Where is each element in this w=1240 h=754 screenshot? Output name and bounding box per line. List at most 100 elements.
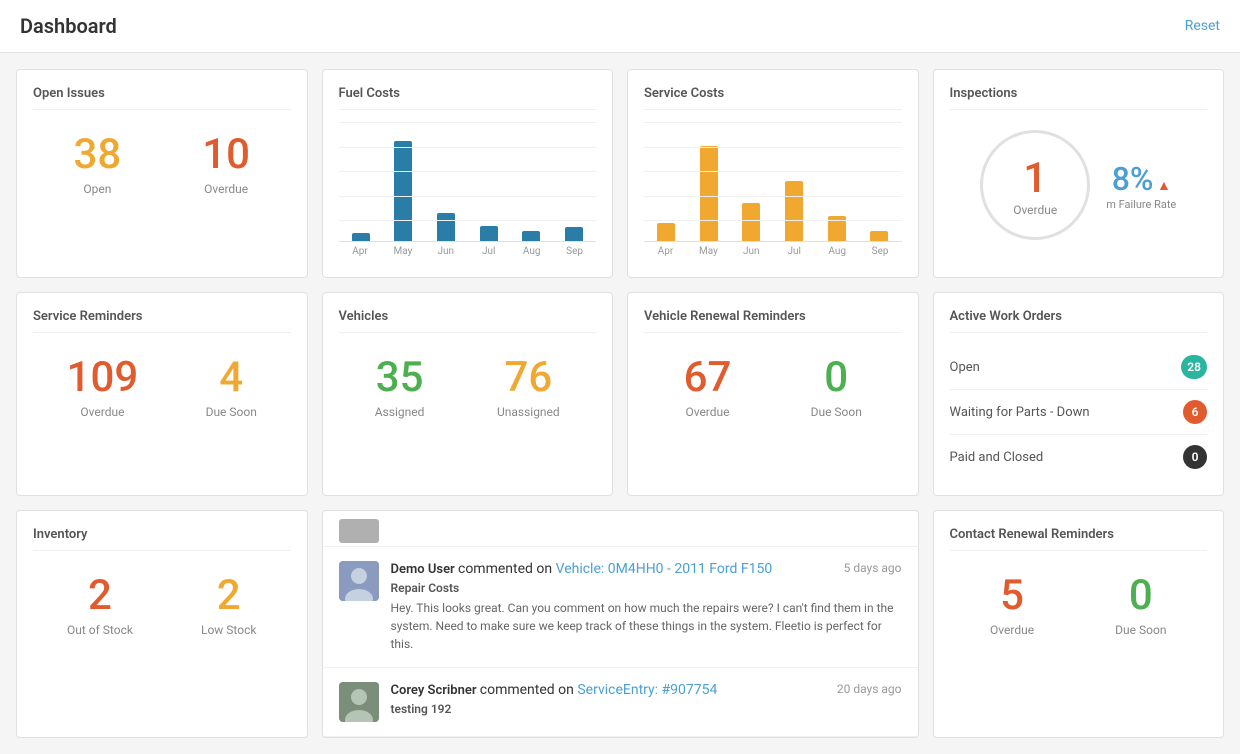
fuel-bars bbox=[343, 141, 593, 241]
fuel-bar bbox=[565, 227, 583, 241]
contact-renewal-stats: 5 Overdue 0 Due Soon bbox=[950, 563, 1208, 647]
service-reminders-stats: 109 Overdue 4 Due Soon bbox=[33, 345, 291, 429]
fuel-month-label: May bbox=[381, 246, 424, 257]
user-avatar-icon bbox=[339, 682, 379, 722]
work-order-label: Waiting for Parts - Down bbox=[950, 405, 1090, 420]
activity-subject-1: testing 192 bbox=[391, 702, 902, 716]
vr-overdue-count: 67 bbox=[684, 355, 732, 401]
work-order-label: Open bbox=[950, 360, 980, 375]
low-stock-count: 2 bbox=[201, 573, 256, 619]
avatar-demo-user bbox=[339, 561, 379, 601]
service-bar bbox=[742, 203, 760, 241]
inspections-title: Inspections bbox=[950, 86, 1208, 110]
service-month-label: Jul bbox=[773, 246, 816, 257]
work-order-row[interactable]: Paid and Closed0 bbox=[950, 435, 1208, 479]
vehicle-renewal-stats: 67 Overdue 0 Due Soon bbox=[644, 345, 902, 429]
fuel-month-label: Aug bbox=[510, 246, 553, 257]
overdue-label: Overdue bbox=[202, 182, 250, 196]
sr-overdue-label: Overdue bbox=[67, 405, 139, 419]
activity-subject-0: Repair Costs bbox=[391, 581, 902, 595]
service-month-label: Jun bbox=[730, 246, 773, 257]
fuel-bar bbox=[522, 231, 540, 241]
activity-content-1: Corey Scribner commented on ServiceEntry… bbox=[391, 682, 902, 722]
reset-link[interactable]: Reset bbox=[1185, 18, 1220, 34]
sr-overdue-count: 109 bbox=[67, 355, 139, 401]
inspections-content: 1 Overdue 8% ▲ m Failure Rate bbox=[950, 122, 1208, 248]
vehicles-card: Vehicles 35 Assigned 76 Unassigned bbox=[322, 292, 614, 496]
fuel-bar-group bbox=[343, 233, 380, 241]
failure-rate-pct: 8% bbox=[1112, 160, 1154, 198]
activity-header-1: Corey Scribner commented on ServiceEntry… bbox=[391, 682, 902, 698]
fuel-bar-group bbox=[470, 226, 507, 241]
inventory-title: Inventory bbox=[33, 527, 291, 551]
service-bar-group bbox=[648, 223, 685, 241]
activity-meta-0: Demo User commented on Vehicle: 0M4HH0 -… bbox=[391, 561, 773, 577]
low-stock-label: Low Stock bbox=[201, 623, 256, 637]
service-bar bbox=[700, 146, 718, 241]
grid-line bbox=[644, 122, 902, 123]
work-order-badge: 6 bbox=[1183, 400, 1207, 424]
grid-line bbox=[339, 122, 597, 123]
failure-rate-label: m Failure Rate bbox=[1106, 198, 1176, 211]
open-issues-card: Open Issues 38 Open 10 Overdue bbox=[16, 69, 308, 278]
fuel-costs-card: Fuel Costs AprMayJunJulAugSep bbox=[322, 69, 614, 278]
cr-due-soon-label: Due Soon bbox=[1115, 623, 1166, 637]
activity-user-0: Demo User bbox=[391, 562, 458, 577]
failure-rate-display: 8% ▲ m Failure Rate bbox=[1106, 160, 1176, 211]
open-issues-stats: 38 Open 10 Overdue bbox=[33, 122, 291, 206]
work-order-row[interactable]: Waiting for Parts - Down 6 bbox=[950, 390, 1208, 435]
inventory-stats: 2 Out of Stock 2 Low Stock bbox=[33, 563, 291, 647]
fuel-bar-group bbox=[555, 227, 592, 241]
vehicles-title: Vehicles bbox=[339, 309, 597, 333]
service-costs-card: Service Costs AprMayJunJulAugSep bbox=[627, 69, 919, 278]
fuel-month-label: Sep bbox=[553, 246, 596, 257]
service-bar bbox=[657, 223, 675, 241]
dashboard-grid: Open Issues 38 Open 10 Overdue Fuel Cost… bbox=[0, 53, 1240, 754]
vehicle-renewal-overdue: 67 Overdue bbox=[684, 355, 732, 419]
out-of-stock-count: 2 bbox=[67, 573, 133, 619]
service-bar bbox=[870, 231, 888, 241]
service-reminders-due-soon: 4 Due Soon bbox=[206, 355, 257, 419]
service-costs-chart bbox=[644, 122, 902, 242]
open-label: Open bbox=[74, 182, 122, 196]
unassigned-count: 76 bbox=[497, 355, 560, 401]
fuel-bar bbox=[480, 226, 498, 241]
service-month-label: May bbox=[687, 246, 730, 257]
activity-partial-top bbox=[323, 511, 918, 547]
vr-due-soon-label: Due Soon bbox=[811, 405, 862, 419]
page-title: Dashboard bbox=[20, 14, 117, 38]
cr-overdue-label: Overdue bbox=[990, 623, 1034, 637]
trend-up-icon: ▲ bbox=[1157, 178, 1171, 194]
activity-action-0: commented on bbox=[458, 561, 556, 577]
sr-due-soon-count: 4 bbox=[206, 355, 257, 401]
service-reminders-title: Service Reminders bbox=[33, 309, 291, 333]
activity-card: Demo User commented on Vehicle: 0M4HH0 -… bbox=[322, 510, 919, 738]
open-issues-overdue: 10 Overdue bbox=[202, 132, 250, 196]
user-avatar-icon bbox=[339, 561, 379, 601]
work-order-badge: 0 bbox=[1183, 445, 1207, 469]
work-order-list: Open 28 Waiting for Parts - Down 6 Paid and … bbox=[950, 345, 1208, 479]
activity-item-0: Demo User commented on Vehicle: 0M4HH0 -… bbox=[323, 547, 918, 668]
vehicle-renewal-card: Vehicle Renewal Reminders 67 Overdue 0 D… bbox=[627, 292, 919, 496]
service-costs-title: Service Costs bbox=[644, 86, 902, 110]
activity-link-1[interactable]: ServiceEntry: #907754 bbox=[577, 682, 717, 698]
work-order-badge: 28 bbox=[1181, 355, 1207, 379]
fuel-bar-group bbox=[428, 213, 465, 241]
unassigned-label: Unassigned bbox=[497, 405, 560, 419]
inspections-overdue-label: Overdue bbox=[1013, 203, 1057, 217]
fuel-labels: AprMayJunJulAugSep bbox=[339, 242, 597, 261]
avatar-corey-scribner bbox=[339, 682, 379, 722]
work-order-row[interactable]: Open 28 bbox=[950, 345, 1208, 390]
activity-user-1: Corey Scribner bbox=[391, 683, 480, 698]
vehicle-renewal-title: Vehicle Renewal Reminders bbox=[644, 309, 902, 333]
fuel-bar-group bbox=[385, 141, 422, 241]
fuel-month-label: Apr bbox=[339, 246, 382, 257]
overdue-count: 10 bbox=[202, 132, 250, 178]
service-month-label: Apr bbox=[644, 246, 687, 257]
activity-action-1: commented on bbox=[480, 682, 578, 698]
open-issues-title: Open Issues bbox=[33, 86, 291, 110]
activity-link-0[interactable]: Vehicle: 0M4HH0 - 2011 Ford F150 bbox=[556, 561, 773, 577]
activity-time-0: 5 days ago bbox=[844, 561, 902, 575]
service-bar-group bbox=[733, 203, 770, 241]
failure-rate-row: 8% ▲ bbox=[1106, 160, 1176, 198]
